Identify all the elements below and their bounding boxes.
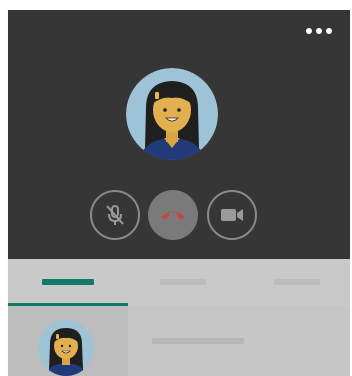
tab-2[interactable]: [128, 259, 238, 306]
tab-3[interactable]: [238, 259, 350, 306]
hang-up-button[interactable]: [148, 190, 198, 240]
contact-list: [8, 306, 350, 376]
more-dot-icon: [306, 28, 312, 34]
contact-avatar: [38, 320, 94, 376]
call-screen: [8, 10, 350, 259]
call-controls: [90, 190, 264, 244]
phone-screen: [8, 10, 350, 376]
mute-button[interactable]: [90, 190, 140, 240]
tab-1-label-placeholder: [42, 279, 94, 285]
caller-avatar: [126, 68, 218, 160]
tab-1[interactable]: [8, 259, 128, 306]
tab-3-label-placeholder: [274, 279, 320, 285]
tab-2-label-placeholder: [160, 279, 206, 285]
more-dot-icon: [326, 28, 332, 34]
tab-bar: [8, 259, 350, 306]
video-button[interactable]: [207, 190, 257, 240]
microphone-off-icon: [106, 205, 124, 225]
list-item-text-placeholder: [152, 338, 244, 344]
more-options-button[interactable]: [306, 24, 332, 38]
video-camera-icon: [221, 209, 243, 221]
more-dot-icon: [316, 28, 322, 34]
list-item[interactable]: [8, 306, 128, 376]
phone-hangup-icon: [161, 211, 185, 220]
